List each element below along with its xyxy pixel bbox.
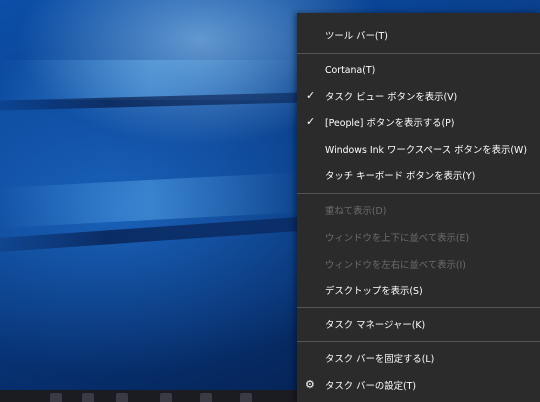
taskbar-app-icon[interactable] (82, 393, 94, 402)
menu-separator (297, 53, 540, 54)
menu-separator (297, 307, 540, 308)
menu-item-label: 重ねて表示(D) (325, 206, 387, 217)
menu-item-label: Windows Ink ワークスペース ボタンを表示(W) (325, 145, 527, 156)
menu-item-label: タスク バーを固定する(L) (325, 354, 435, 365)
menu-item-cascade-windows: 重ねて表示(D) (297, 198, 540, 222)
menu-item-label: ウィンドウを上下に並べて表示(E) (325, 233, 470, 244)
menu-item-stack-windows: ウィンドウを上下に並べて表示(E) (297, 225, 540, 249)
menu-item-show-desktop[interactable]: デスクトップを表示(S) (297, 278, 540, 302)
menu-item-label: ウィンドウを左右に並べて表示(I) (325, 260, 466, 271)
menu-item-label: [People] ボタンを表示する(P) (325, 118, 455, 129)
menu-item-label: Cortana(T) (325, 64, 376, 76)
menu-item-show-people-button[interactable]: ✓ [People] ボタンを表示する(P) (297, 110, 540, 134)
menu-item-show-touch-keyboard-button[interactable]: タッチ キーボード ボタンを表示(Y) (297, 163, 540, 187)
menu-item-label: ツール バー(T) (325, 31, 388, 42)
menu-item-label: タスク ビュー ボタンを表示(V) (325, 92, 458, 103)
menu-separator (297, 193, 540, 194)
menu-item-label: タスク マネージャー(K) (325, 320, 426, 331)
menu-item-label: タスク バーの設定(T) (325, 381, 417, 392)
taskbar-app-icon[interactable] (240, 393, 252, 402)
taskbar-app-icon[interactable] (50, 393, 62, 402)
menu-item-taskbar-settings[interactable]: ⚙ タスク バーの設定(T) (297, 373, 540, 397)
menu-item-cortana[interactable]: Cortana(T) (297, 58, 540, 82)
taskbar-app-icon[interactable] (160, 393, 172, 402)
menu-item-task-manager[interactable]: タスク マネージャー(K) (297, 312, 540, 336)
menu-item-lock-taskbar[interactable]: タスク バーを固定する(L) (297, 346, 540, 370)
taskbar-app-icon[interactable] (200, 393, 212, 402)
menu-item-side-by-side-windows: ウィンドウを左右に並べて表示(I) (297, 252, 540, 276)
menu-separator (297, 341, 540, 342)
menu-item-label: タッチ キーボード ボタンを表示(Y) (325, 171, 476, 182)
taskbar-context-menu: ツール バー(T) Cortana(T) ✓ タスク ビュー ボタンを表示(V)… (297, 13, 540, 402)
checkmark-icon: ✓ (306, 89, 316, 102)
menu-item-show-task-view-button[interactable]: ✓ タスク ビュー ボタンを表示(V) (297, 84, 540, 108)
gear-icon: ⚙ (305, 378, 315, 391)
menu-item-show-windows-ink-button[interactable]: Windows Ink ワークスペース ボタンを表示(W) (297, 137, 540, 161)
taskbar-app-icon[interactable] (116, 393, 128, 402)
menu-item-toolbars[interactable]: ツール バー(T) (297, 23, 540, 47)
checkmark-icon: ✓ (306, 115, 316, 128)
menu-item-label: デスクトップを表示(S) (325, 286, 423, 297)
